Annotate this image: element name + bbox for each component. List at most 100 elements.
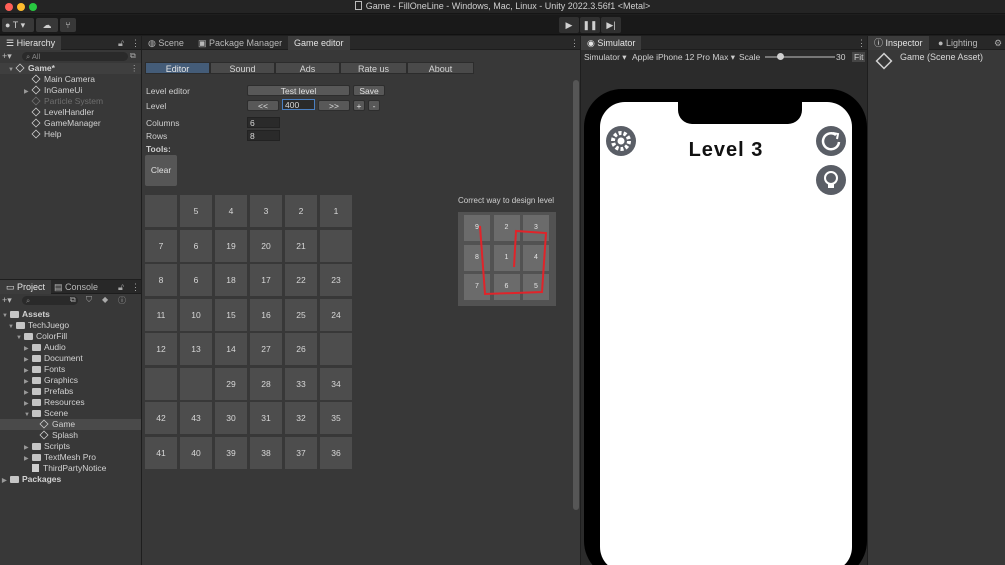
search-by-type-icon[interactable]: ⧉ <box>70 295 76 305</box>
scale-slider-thumb[interactable] <box>777 53 784 60</box>
save-button[interactable]: Save <box>353 85 385 96</box>
grid-cell[interactable]: 42 <box>145 402 177 434</box>
tab-console[interactable]: ▤ Console <box>48 280 104 294</box>
grid-cell[interactable]: 26 <box>285 333 317 365</box>
kebab-menu-icon[interactable]: ⋮ <box>130 63 139 74</box>
tab-package-manager[interactable]: ▣ Package Manager <box>192 36 288 50</box>
project-item[interactable]: ▶ Packages <box>0 474 141 485</box>
cloud-button[interactable]: ☁ <box>36 18 58 32</box>
grid-cell[interactable]: 1 <box>320 195 352 227</box>
tab-hierarchy[interactable]: ☰ Hierarchy <box>0 36 62 50</box>
project-item[interactable]: ▼ Assets <box>0 309 141 320</box>
lock-icon[interactable]: 🔓︎ <box>118 280 124 294</box>
simulator-mode-dropdown[interactable]: Simulator ▾ <box>584 52 627 63</box>
hierarchy-search-input[interactable]: ⌕ All <box>22 52 128 61</box>
tab-scene[interactable]: ◍ Scene <box>142 36 190 50</box>
grid-cell[interactable]: 15 <box>215 298 247 331</box>
subtab-about[interactable]: About <box>407 62 474 74</box>
project-item[interactable]: ▶ Audio <box>0 342 141 353</box>
project-item[interactable]: Splash <box>0 430 141 441</box>
account-dropdown[interactable]: ● T ▾ <box>2 18 34 32</box>
tag-icon[interactable]: ◆ <box>102 295 108 304</box>
add-icon[interactable]: +▾ <box>2 295 12 306</box>
grid-cell[interactable]: 10 <box>180 298 212 331</box>
grid-cell[interactable]: 31 <box>250 402 282 434</box>
subtab-rate-us[interactable]: Rate us <box>340 62 407 74</box>
hierarchy-item[interactable]: Help <box>0 129 141 140</box>
grid-cell[interactable]: 8 <box>145 264 177 296</box>
grid-cell[interactable]: 34 <box>320 367 352 400</box>
hint-button[interactable] <box>816 165 846 195</box>
collab-button[interactable]: ⑂ <box>60 18 76 32</box>
grid-cell[interactable]: 16 <box>250 298 282 331</box>
grid-cell[interactable]: 7 <box>145 229 177 262</box>
settings-gear-icon[interactable]: ⚙ <box>994 36 1002 50</box>
grid-cell[interactable]: 41 <box>145 436 177 469</box>
grid-cell[interactable]: 24 <box>320 298 352 331</box>
grid-cell[interactable] <box>320 229 352 262</box>
project-item[interactable]: ▶ TextMesh Pro <box>0 452 141 463</box>
grid-cell[interactable] <box>180 367 212 400</box>
kebab-menu-icon[interactable]: ⋮ <box>570 36 579 50</box>
game-screen[interactable]: Level 3 <box>600 102 852 565</box>
hierarchy-item[interactable]: GameManager <box>0 118 141 129</box>
grid-cell[interactable]: 20 <box>250 229 282 262</box>
fit-button[interactable]: Fit <box>852 52 866 62</box>
play-button[interactable]: ▶ <box>559 17 579 33</box>
search-filter-icon[interactable]: ⧉ <box>130 51 136 61</box>
grid-cell[interactable]: 19 <box>215 229 247 262</box>
project-item[interactable]: ▶ Document <box>0 353 141 364</box>
scale-slider[interactable] <box>765 53 835 60</box>
clear-button[interactable]: Clear <box>145 155 177 186</box>
grid-cell[interactable]: 6 <box>180 264 212 296</box>
grid-cell[interactable] <box>145 367 177 400</box>
test-level-button[interactable]: Test level <box>247 85 350 96</box>
project-item[interactable]: Game <box>0 419 141 430</box>
filter-icon[interactable]: ⛉ <box>86 295 92 305</box>
add-icon[interactable]: +▾ <box>2 51 12 62</box>
project-item[interactable]: ThirdPartyNotice <box>0 463 141 474</box>
grid-cell[interactable]: 36 <box>320 436 352 469</box>
tab-inspector[interactable]: ⓘ Inspector <box>868 36 929 50</box>
project-item[interactable]: ▼ ColorFill <box>0 331 141 342</box>
remove-level-button[interactable]: - <box>368 100 380 111</box>
hierarchy-item[interactable]: LevelHandler <box>0 107 141 118</box>
tab-lighting[interactable]: ● Lighting <box>932 36 983 50</box>
grid-cell[interactable]: 18 <box>215 264 247 296</box>
level-number-field[interactable]: 400 <box>282 99 315 110</box>
grid-cell[interactable]: 17 <box>250 264 282 296</box>
visibility-icon[interactable]: ⓘ <box>118 295 126 306</box>
grid-cell[interactable]: 23 <box>320 264 352 296</box>
restart-button[interactable] <box>816 126 846 156</box>
grid-cell[interactable]: 13 <box>180 333 212 365</box>
grid-cell[interactable]: 30 <box>215 402 247 434</box>
grid-cell[interactable]: 29 <box>215 367 247 400</box>
grid-cell[interactable]: 25 <box>285 298 317 331</box>
project-item[interactable]: ▶ Scripts <box>0 441 141 452</box>
grid-cell[interactable]: 12 <box>145 333 177 365</box>
next-level-button[interactable]: >> <box>318 100 350 111</box>
hierarchy-item[interactable]: Main Camera <box>0 74 141 85</box>
project-item[interactable]: ▶ Graphics <box>0 375 141 386</box>
add-level-button[interactable]: + <box>353 100 365 111</box>
grid-cell[interactable] <box>145 195 177 227</box>
grid-cell[interactable]: 32 <box>285 402 317 434</box>
device-dropdown[interactable]: Apple iPhone 12 Pro Max ▾ <box>632 52 735 63</box>
step-button[interactable]: ▶| <box>601 17 621 33</box>
project-item[interactable]: ▼ TechJuego <box>0 320 141 331</box>
hierarchy-item[interactable]: Particle System <box>0 96 141 107</box>
subtab-ads[interactable]: Ads <box>275 62 340 74</box>
rows-field[interactable]: 8 <box>247 130 280 141</box>
grid-cell[interactable]: 38 <box>250 436 282 469</box>
project-item[interactable]: ▶ Resources <box>0 397 141 408</box>
grid-cell[interactable]: 14 <box>215 333 247 365</box>
tab-project[interactable]: ▭ Project <box>0 280 52 294</box>
grid-cell[interactable]: 22 <box>285 264 317 296</box>
tab-simulator[interactable]: ◉ Simulator <box>581 36 642 50</box>
grid-cell[interactable]: 21 <box>285 229 317 262</box>
tab-game-editor[interactable]: Game editor <box>288 36 350 50</box>
project-item[interactable]: ▶ Prefabs <box>0 386 141 397</box>
grid-cell[interactable]: 39 <box>215 436 247 469</box>
project-item[interactable]: ▼ Scene <box>0 408 141 419</box>
grid-cell[interactable]: 28 <box>250 367 282 400</box>
